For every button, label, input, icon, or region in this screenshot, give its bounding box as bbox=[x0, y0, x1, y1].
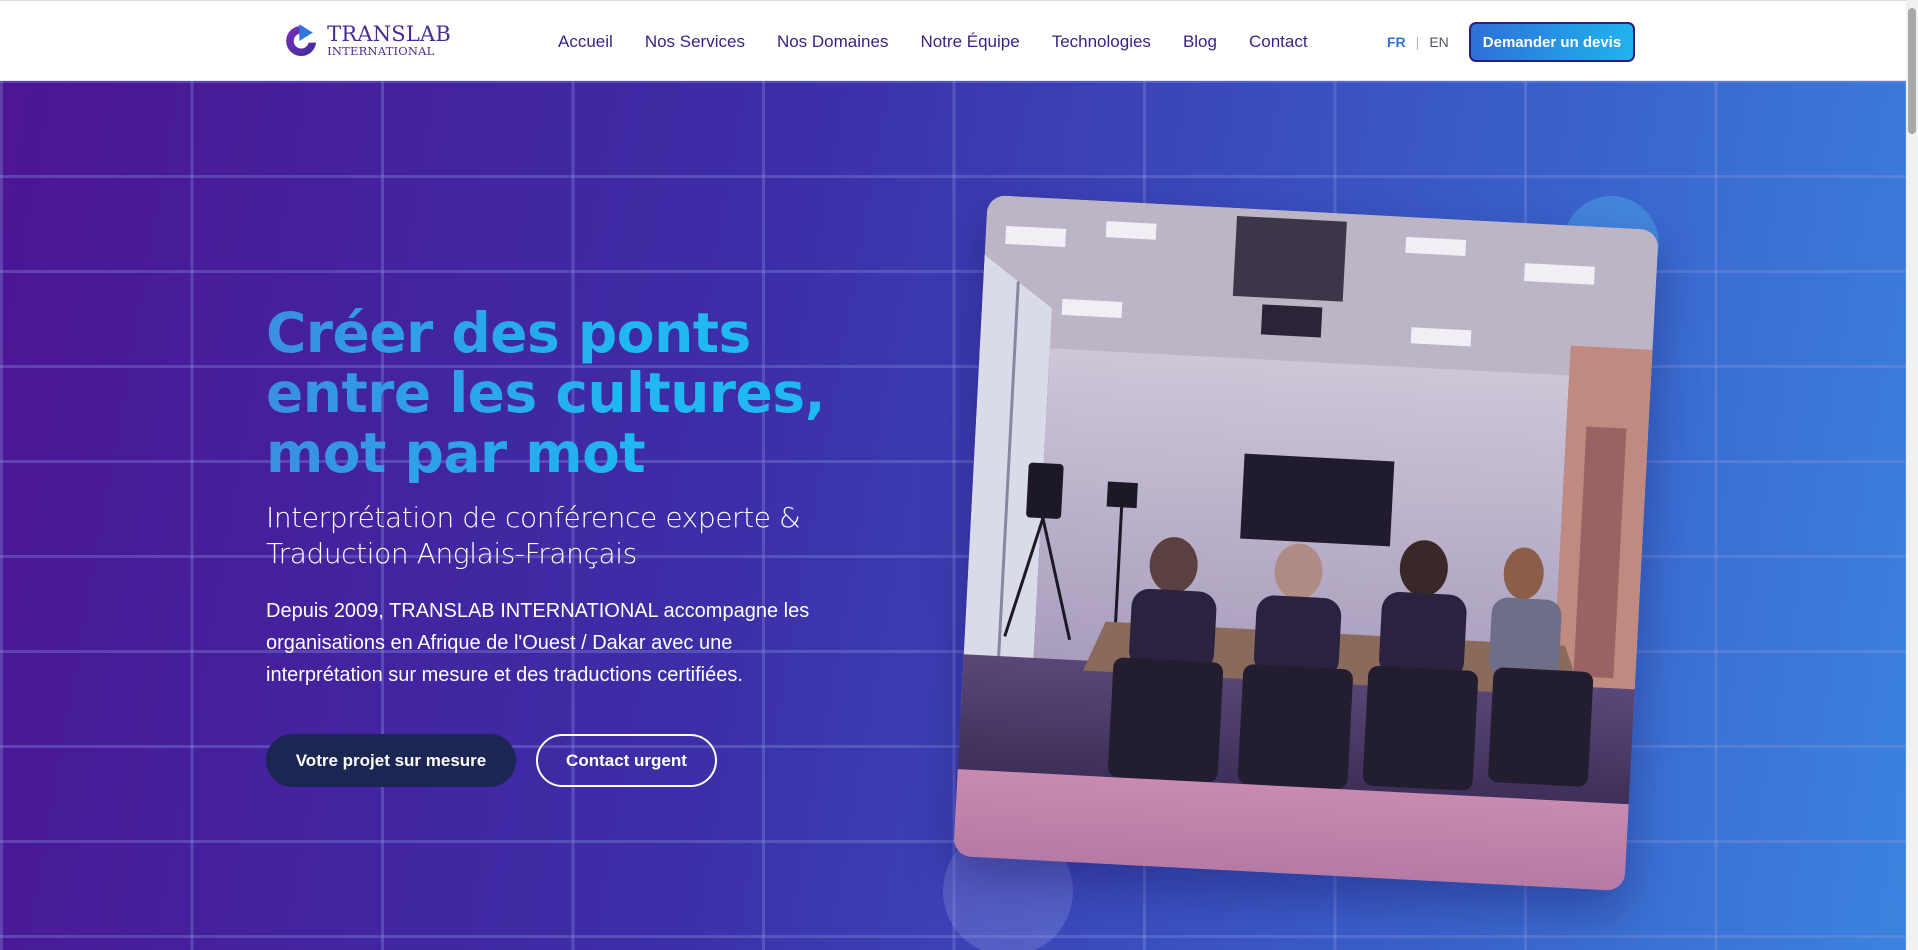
main-nav: Accueil Nos Services Nos Domaines Notre … bbox=[558, 1, 1308, 82]
conference-room-illustration bbox=[953, 194, 1659, 892]
hero-desc-line2: organisations en Afrique de l'Ouest / Da… bbox=[266, 632, 733, 654]
hero-title-line3: mot par mot bbox=[266, 421, 646, 485]
nav-item-technologies[interactable]: Technologies bbox=[1052, 32, 1151, 52]
lang-separator: | bbox=[1415, 33, 1420, 50]
hero-desc-line3: interprétation sur mesure et des traduct… bbox=[266, 664, 743, 686]
hero-title: Créer des ponts entre les cultures, mot … bbox=[266, 303, 886, 483]
hero-desc-line1: Depuis 2009, TRANSLAB INTERNATIONAL acco… bbox=[266, 600, 810, 622]
hero-subtitle: Interprétation de conférence experte & T… bbox=[266, 500, 866, 572]
language-switcher: FR | EN bbox=[1387, 1, 1449, 82]
brand-name-line2: INTERNATIONAL bbox=[327, 44, 435, 59]
nav-item-services[interactable]: Nos Services bbox=[645, 32, 745, 52]
lang-en-link[interactable]: EN bbox=[1429, 34, 1448, 50]
translab-logo-icon bbox=[286, 24, 317, 57]
nav-item-equipe[interactable]: Notre Équipe bbox=[920, 32, 1019, 52]
hero-title-line1: Créer des ponts bbox=[266, 301, 751, 365]
urgent-contact-button[interactable]: Contact urgent bbox=[536, 734, 717, 787]
hero-description: Depuis 2009, TRANSLAB INTERNATIONAL acco… bbox=[266, 595, 866, 691]
brand-logo[interactable]: TRANSLAB INTERNATIONAL bbox=[281, 15, 451, 67]
hero-subtitle-line2: Traduction Anglais-Français bbox=[266, 537, 637, 570]
brand-name-line1: TRANSLAB bbox=[327, 22, 451, 47]
nav-item-contact[interactable]: Contact bbox=[1249, 32, 1308, 52]
page-scrollbar[interactable] bbox=[1906, 0, 1918, 950]
nav-item-accueil[interactable]: Accueil bbox=[558, 32, 613, 52]
lang-fr-link[interactable]: FR bbox=[1387, 34, 1406, 50]
custom-project-button[interactable]: Votre projet sur mesure bbox=[266, 734, 516, 787]
hero-title-line2: entre les cultures, bbox=[266, 361, 825, 425]
brand-wordmark: TRANSLAB INTERNATIONAL bbox=[327, 24, 451, 58]
hero-section: Créer des ponts entre les cultures, mot … bbox=[0, 81, 1906, 950]
request-quote-button[interactable]: Demander un devis bbox=[1469, 22, 1635, 62]
scrollbar-thumb[interactable] bbox=[1908, 8, 1916, 134]
site-header: TRANSLAB INTERNATIONAL Accueil Nos Servi… bbox=[0, 0, 1906, 81]
nav-item-domaines[interactable]: Nos Domaines bbox=[777, 32, 889, 52]
conference-room-photo bbox=[953, 194, 1659, 892]
nav-item-blog[interactable]: Blog bbox=[1183, 32, 1217, 52]
hero-subtitle-line1: Interprétation de conférence experte & bbox=[266, 501, 801, 534]
